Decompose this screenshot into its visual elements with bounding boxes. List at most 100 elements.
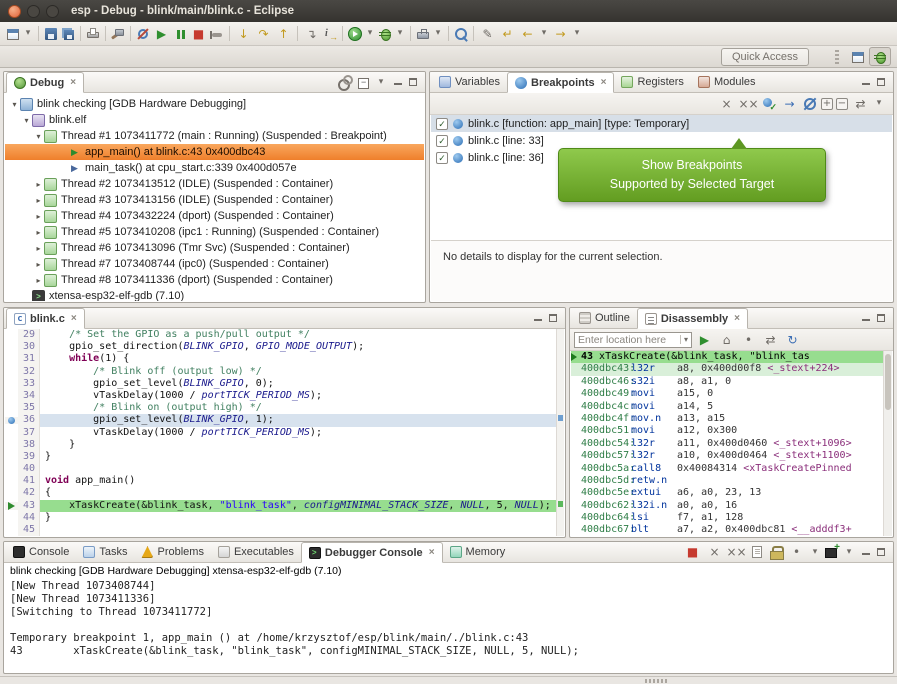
debug-tree-item[interactable]: ▾ blink.elf <box>5 112 424 128</box>
annotation-icon[interactable]: ✎ <box>478 24 497 43</box>
tab-variables[interactable]: Variables <box>432 72 507 92</box>
search-icon[interactable] <box>453 26 469 42</box>
tab-close-icon[interactable]: × <box>70 77 76 88</box>
disasm-instruction[interactable]: 400dbc54: l32r a11, 0x400d0460 <_stext+1… <box>571 438 883 450</box>
console-output[interactable]: blink checking [GDB Hardware Debugging] … <box>5 563 892 672</box>
code-line[interactable]: 31 while(1) { <box>5 353 556 365</box>
disasm-instruction[interactable]: 400dbc5a: call8 0x40084314 <xTaskCreateP… <box>571 463 883 475</box>
tab-close-icon[interactable]: × <box>71 313 77 324</box>
disasm-instruction[interactable]: 400dbc46: s32i a8, a1, 0 <box>571 376 883 388</box>
external-tools-dropdown-icon[interactable]: ▾ <box>432 24 444 43</box>
breakpoint-ruler-mark[interactable] <box>558 415 563 421</box>
maximize-view-icon[interactable] <box>408 77 418 87</box>
open-console-icon[interactable] <box>824 544 840 560</box>
tab-outline[interactable]: Outline <box>572 308 637 328</box>
print-icon[interactable] <box>85 26 101 42</box>
breakpoint-checkbox[interactable] <box>436 152 448 164</box>
expander-icon[interactable]: ▸ <box>33 260 44 269</box>
view-menu-icon[interactable]: ▾ <box>873 94 885 113</box>
step-into-icon[interactable]: ↓ <box>234 24 253 43</box>
combo-dropdown-icon[interactable]: ▾ <box>680 335 688 344</box>
remove-all-launches-icon[interactable]: ×× <box>727 543 746 562</box>
tab-close-icon[interactable]: × <box>601 77 607 88</box>
sash-grip[interactable] <box>645 679 667 683</box>
disasm-instruction[interactable]: 400dbc62: l32i.n a0, a0, 16 <box>571 500 883 512</box>
expander-icon[interactable]: ▸ <box>33 212 44 221</box>
code-line[interactable]: 35 /* Blink on (output high) */ <box>5 402 556 414</box>
terminate-icon[interactable]: ■ <box>683 543 702 562</box>
debug-tree-item[interactable]: main_task() at cpu_start.c:339 0x400d057… <box>5 160 424 176</box>
remove-all-breakpoints-icon[interactable]: ×× <box>739 94 758 113</box>
link-with-debug-icon[interactable]: ⇄ <box>851 94 870 113</box>
debug-tree-item[interactable]: ▸ Thread #3 1073413156 (IDLE) (Suspended… <box>5 192 424 208</box>
breakpoint-checkbox[interactable] <box>436 135 448 147</box>
current-line-ruler-mark[interactable] <box>558 501 563 507</box>
debug-tree-item[interactable]: ▾ Thread #1 1073411772 (main : Running) … <box>5 128 424 144</box>
forward-dropdown-icon[interactable]: ▾ <box>571 24 583 43</box>
debug-tree-item[interactable]: ▸ Thread #5 1073410208 (ipc1 : Running) … <box>5 224 424 240</box>
new-wizard-icon[interactable] <box>5 26 21 42</box>
code-line[interactable]: 36 gpio_set_level(BLINK_GPIO, 1); <box>5 414 556 426</box>
debug-tree-item[interactable]: ▸ Thread #8 1073411336 (dport) (Suspende… <box>5 272 424 288</box>
breakpoint-item[interactable]: blink.c [function: app_main] [type: Temp… <box>431 115 892 132</box>
debug-tree-item[interactable]: xtensa-esp32-elf-gdb (7.10) <box>5 288 424 301</box>
skip-all-breakpoints-icon[interactable] <box>135 26 151 42</box>
go-to-file-icon[interactable]: → <box>780 94 799 113</box>
code-line[interactable]: 43 xTaskCreate(&blink_task, "blink_task"… <box>5 500 556 512</box>
remove-launch-icon[interactable]: × <box>705 543 724 562</box>
tab-tasks[interactable]: Tasks <box>76 542 134 562</box>
tab-close-icon[interactable]: × <box>734 313 740 324</box>
code-line[interactable]: 42 { <box>5 487 556 499</box>
minimize-view-icon[interactable] <box>861 77 871 87</box>
refresh-icon[interactable]: ↻ <box>783 330 802 349</box>
go-to-pc-icon[interactable]: ▶ <box>695 330 714 349</box>
external-tools-icon[interactable] <box>415 26 431 42</box>
toolbar-grip[interactable] <box>835 49 839 64</box>
back-icon[interactable]: ← <box>518 24 537 43</box>
expand-all-icon[interactable]: + <box>821 98 833 110</box>
tab-registers[interactable]: Registers <box>614 72 690 92</box>
maximize-view-icon[interactable] <box>548 313 558 323</box>
disasm-instruction[interactable]: 400dbc57: l32r a10, 0x400d0464 <_stext+1… <box>571 450 883 462</box>
last-edit-location-icon[interactable]: ↵ <box>498 24 517 43</box>
instruction-stepping-icon[interactable] <box>322 26 338 42</box>
tab-blink-c[interactable]: blink.c × <box>6 308 85 329</box>
run-icon[interactable] <box>347 26 363 42</box>
build-icon[interactable] <box>110 26 126 42</box>
debug-tree[interactable]: ▾ blink checking [GDB Hardware Debugging… <box>5 93 424 301</box>
view-gears-icon[interactable] <box>337 74 353 90</box>
step-return-icon[interactable]: ↑ <box>274 24 293 43</box>
debug-tree-item[interactable]: ▾ blink checking [GDB Hardware Debugging… <box>5 96 424 112</box>
overview-ruler[interactable] <box>556 329 564 536</box>
new-dropdown-icon[interactable]: ▾ <box>22 24 34 43</box>
tab-memory[interactable]: Memory <box>443 542 513 562</box>
gutter-marker[interactable] <box>5 502 18 510</box>
disasm-instruction[interactable]: 400dbc43: l32r a8, 0x400d00f8 <_stext+22… <box>571 363 883 375</box>
code-line[interactable]: 33 gpio_set_level(BLINK_GPIO, 0); <box>5 378 556 390</box>
disasm-instruction[interactable]: 400dbc67: blt a7, a2, 0x400dbc81 <__addd… <box>571 524 883 536</box>
code-line[interactable]: 32 /* Blink off (output low) */ <box>5 366 556 378</box>
terminate-icon[interactable]: ■ <box>189 24 208 43</box>
tab-problems[interactable]: Problems <box>134 542 210 562</box>
code-line[interactable]: 41 void app_main() <box>5 475 556 487</box>
window-close-icon[interactable] <box>8 5 21 18</box>
disasm-instruction[interactable]: 400dbc49: movi a15, 0 <box>571 388 883 400</box>
minimize-view-icon[interactable] <box>861 313 871 323</box>
show-breakpoints-supported-icon[interactable] <box>761 96 777 112</box>
expander-icon[interactable]: ▸ <box>33 196 44 205</box>
code-line[interactable]: 45 <box>5 524 556 536</box>
debug-tree-item[interactable]: app_main() at blink.c:43 0x400dbc43 <box>5 144 424 160</box>
tab-disassembly[interactable]: Disassembly × <box>637 308 748 329</box>
debug-dropdown-icon[interactable]: ▾ <box>394 24 406 43</box>
debug-tree-item[interactable]: ▸ Thread #4 1073432224 (dport) (Suspende… <box>5 208 424 224</box>
disasm-instruction[interactable]: 400dbc4c: movi a14, 5 <box>571 401 883 413</box>
code-line[interactable]: 44 } <box>5 512 556 524</box>
pin-console-icon[interactable]: • <box>787 543 806 562</box>
tab-modules[interactable]: Modules <box>691 72 763 92</box>
pin-view-icon[interactable]: • <box>739 330 758 349</box>
quick-access-button[interactable]: Quick Access <box>721 48 809 66</box>
collapse-all-icon[interactable]: − <box>836 98 848 110</box>
expander-icon[interactable]: ▾ <box>21 116 32 125</box>
view-menu-icon[interactable]: ▾ <box>375 73 387 92</box>
skip-all-breakpoints-icon[interactable] <box>802 96 818 112</box>
